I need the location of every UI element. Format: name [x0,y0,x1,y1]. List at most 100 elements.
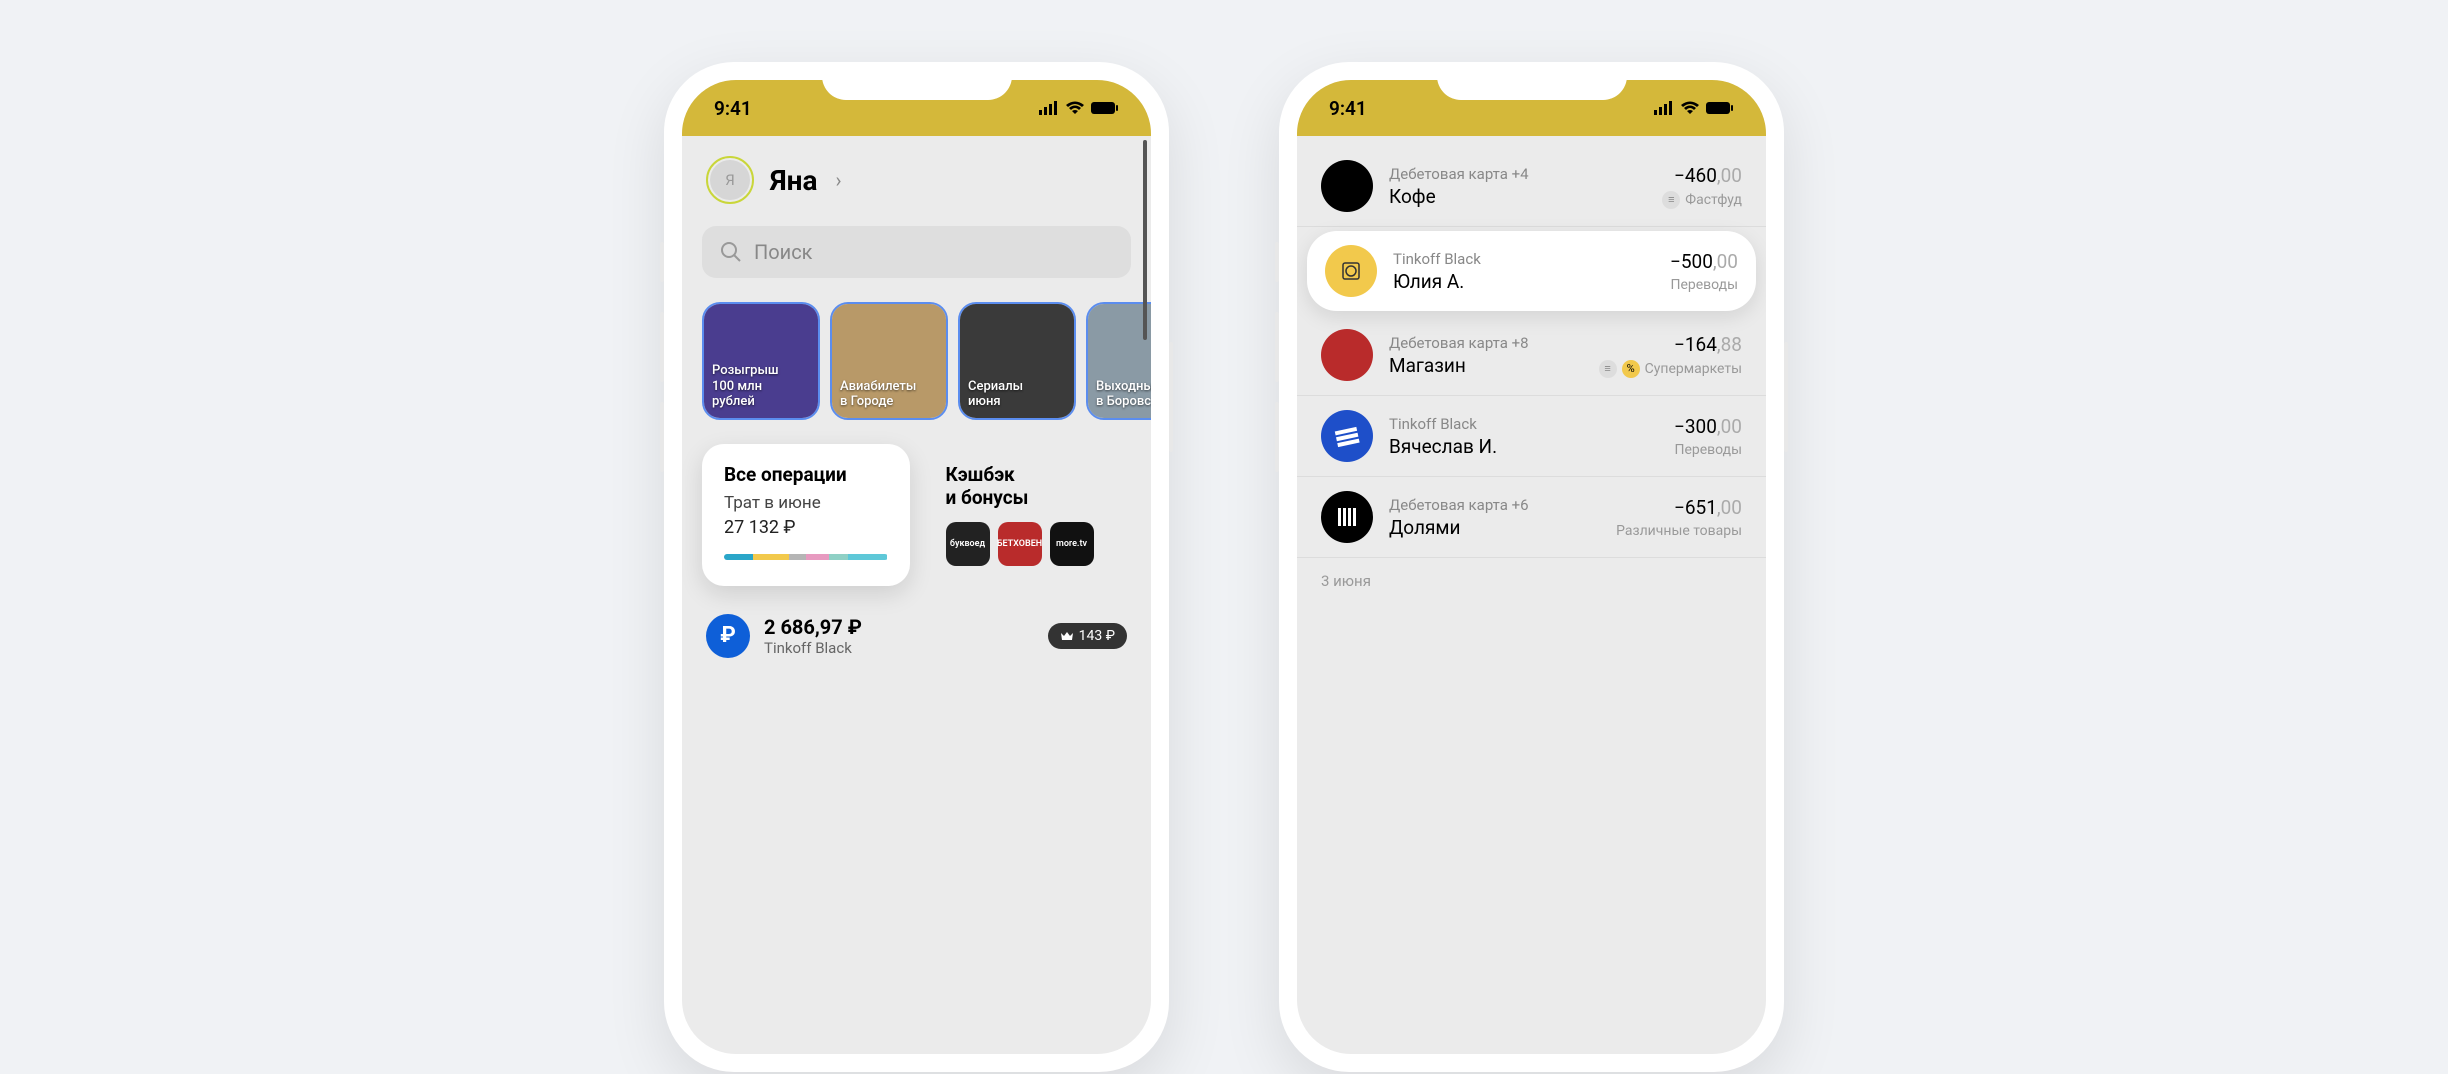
transaction-row[interactable]: Tinkoff Black Вячеслав И. −300,00 Перево… [1297,396,1766,477]
cashback-title: Кэшбэки бонусы [946,464,1110,510]
merchant-icon [1321,160,1373,212]
scrollbar[interactable] [1143,140,1147,440]
transaction-list[interactable]: Дебетовая карта +4 Кофе −460,00 ≡ Фастфу… [1297,136,1766,604]
side-button[interactable] [1275,242,1279,282]
loyalty-badge[interactable]: 143 ₽ [1048,623,1127,649]
phone-left: 9:41 Я Яна › Поиск Розыгрыш100 млнрублей… [664,62,1169,1072]
header-user[interactable]: Я Яна › [682,136,1151,216]
tx-source: Дебетовая карта +4 [1389,165,1646,183]
merchant-icon: буквоед [946,522,990,566]
tx-category: ≡% Супермаркеты [1599,360,1742,378]
tx-category: Различные товары [1616,523,1742,539]
tx-source: Дебетовая карта +8 [1389,334,1583,352]
avatar: Я [706,156,754,204]
wifi-icon [1680,101,1700,115]
spend-bar [724,554,888,560]
tx-amount: −500,00 [1670,250,1738,273]
status-bar: 9:41 [1297,80,1766,136]
merchant-icon [1321,491,1373,543]
transaction-row[interactable]: Дебетовая карта +6 Долями −651,00 Различ… [1297,477,1766,558]
tx-category: Переводы [1670,277,1738,293]
tx-source: Tinkoff Black [1393,250,1654,268]
story-caption: Розыгрыш100 млнрублей [712,363,810,410]
spend-segment [848,554,887,560]
story-card[interactable]: Сериалыиюня [958,302,1076,420]
account-info: 2 686,97 ₽ Tinkoff Black [764,615,1034,657]
spend-segment [789,554,805,560]
tx-amount: −651,00 [1616,496,1742,519]
user-name: Яна [770,164,817,197]
tx-title: Долями [1389,516,1600,539]
cashback-widget[interactable]: Кэшбэки бонусы буквоедБЕТХОВЕНmore.tv [924,444,1132,586]
tx-source: Tinkoff Black [1389,415,1658,433]
power-button[interactable] [1784,342,1788,452]
tx-source: Дебетовая карта +6 [1389,496,1600,514]
volume-down-button[interactable] [1275,402,1279,472]
status-bar: 9:41 [682,80,1151,136]
operations-widget[interactable]: Все операции Трат в июне 27 132 ₽ [702,444,910,586]
percent-icon: % [1622,360,1640,378]
status-time: 9:41 [714,97,752,120]
tx-amount: −460,00 [1662,164,1742,187]
search-input[interactable]: Поиск [702,226,1131,278]
volume-down-button[interactable] [660,402,664,472]
transaction-row[interactable]: Tinkoff Black Юлия А. −500,00 Переводы [1307,231,1756,311]
story-card[interactable]: Авиабилетыв Городе [830,302,948,420]
date-separator: 3 июня [1297,558,1766,604]
story-card[interactable]: Выходныев Боровске [1086,302,1151,420]
account-balance: 2 686,97 ₽ [764,615,1034,639]
story-caption: Сериалыиюня [968,379,1066,410]
tx-title: Магазин [1389,354,1583,377]
spend-segment [806,554,829,560]
transaction-row[interactable]: Дебетовая карта +8 Магазин −164,88 ≡% Су… [1297,315,1766,396]
chevron-right-icon: › [835,168,841,192]
power-button[interactable] [1169,342,1173,452]
tx-amount: −300,00 [1674,415,1742,438]
tx-category: ≡ Фастфуд [1662,191,1742,209]
spend-segment [724,554,753,560]
status-icons [1039,101,1119,115]
tx-title: Юлия А. [1393,270,1654,293]
tx-title: Кофе [1389,185,1646,208]
status-icons [1654,101,1734,115]
ops-title: Все операции [724,464,888,487]
ops-subtitle: Трат в июне [724,493,888,513]
account-name: Tinkoff Black [764,639,1034,657]
spend-segment [753,554,789,560]
merchant-icon [1321,329,1373,381]
transaction-row[interactable]: Дебетовая карта +4 Кофе −460,00 ≡ Фастфу… [1297,146,1766,227]
merchant-icon [1321,410,1373,462]
avatar-initial: Я [710,160,750,200]
spend-segment [829,554,849,560]
widgets-row: Все операции Трат в июне 27 132 ₽ Кэшбэк… [682,434,1151,596]
story-card[interactable]: Розыгрыш100 млнрублей [702,302,820,420]
search-placeholder: Поиск [754,240,813,264]
battery-icon [1091,101,1119,115]
side-button[interactable] [660,242,664,282]
volume-up-button[interactable] [1275,312,1279,382]
signal-icon [1654,101,1674,115]
tx-amount: −164,88 [1599,333,1742,356]
receipt-icon: ≡ [1599,360,1617,378]
merchant-icon: more.tv [1050,522,1094,566]
phone-right: 9:41 Дебетовая карта +4 Кофе −460,00 ≡ Ф… [1279,62,1784,1072]
screen-transactions: 9:41 Дебетовая карта +4 Кофе −460,00 ≡ Ф… [1297,80,1766,1054]
signal-icon [1039,101,1059,115]
stories-row[interactable]: Розыгрыш100 млнрублей Авиабилетыв Городе С… [682,288,1151,434]
wifi-icon [1065,101,1085,115]
tx-title: Вячеслав И. [1389,435,1658,458]
account-row[interactable]: ₽ 2 686,97 ₽ Tinkoff Black 143 ₽ [682,596,1151,676]
search-icon [720,241,742,263]
merchant-icon: БЕТХОВЕН [998,522,1042,566]
crown-icon [1060,630,1074,642]
receipt-icon: ≡ [1662,191,1680,209]
battery-icon [1706,101,1734,115]
tx-category: Переводы [1674,442,1742,458]
cashback-icons: буквоедБЕТХОВЕНmore.tv [946,522,1110,566]
status-time: 9:41 [1329,97,1367,120]
story-caption: Авиабилетыв Городе [840,379,938,410]
merchant-icon [1325,245,1377,297]
screen-home: 9:41 Я Яна › Поиск Розыгрыш100 млнрублей… [682,80,1151,1054]
ruble-icon: ₽ [706,614,750,658]
volume-up-button[interactable] [660,312,664,382]
